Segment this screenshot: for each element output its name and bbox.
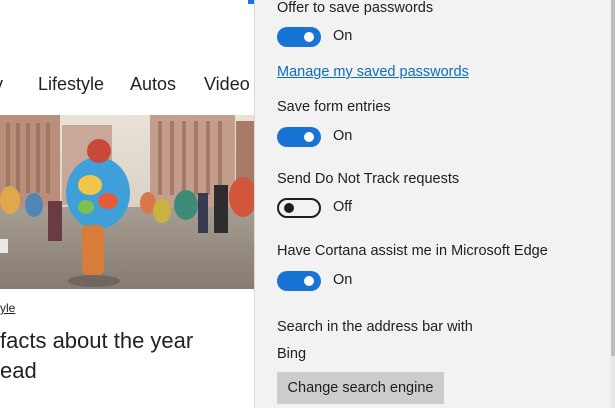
do-not-track-toggle[interactable] xyxy=(277,198,321,218)
edge-window: y Lifestyle Autos Video xyxy=(0,0,615,408)
nav-item-autos[interactable]: Autos xyxy=(130,74,176,95)
search-engine-value: Bing xyxy=(277,346,307,362)
headline-line-1: facts about the year xyxy=(0,328,194,353)
headline-line-2: ead xyxy=(0,358,37,383)
save-form-entries-toggle[interactable] xyxy=(277,127,321,147)
cortana-label: Have Cortana assist me in Microsoft Edge xyxy=(277,243,548,259)
background-webpage: y Lifestyle Autos Video xyxy=(0,0,254,408)
search-engine-label: Search in the address bar with xyxy=(277,319,473,335)
cortana-toggle[interactable] xyxy=(277,271,321,291)
article-headline[interactable]: facts about the year ead xyxy=(0,326,254,386)
cortana-state: On xyxy=(333,272,353,288)
toggle-knob xyxy=(304,132,314,142)
save-passwords-label: Offer to save passwords xyxy=(277,0,434,16)
nav-item-video[interactable]: Video xyxy=(204,74,250,95)
hero-photo-graphic xyxy=(0,115,254,289)
scrollbar-thumb[interactable] xyxy=(611,0,615,356)
toggle-knob xyxy=(304,276,314,286)
change-search-engine-button[interactable]: Change search engine xyxy=(277,372,444,404)
toggle-knob xyxy=(304,32,314,42)
save-form-entries-label: Save form entries xyxy=(277,99,391,115)
save-form-entries-state: On xyxy=(333,128,353,144)
save-passwords-toggle[interactable] xyxy=(277,27,321,47)
save-passwords-state: On xyxy=(333,28,353,44)
panel-scrollbar[interactable] xyxy=(611,0,615,408)
do-not-track-label: Send Do Not Track requests xyxy=(277,171,460,187)
toggle-knob xyxy=(284,203,294,213)
hero-image[interactable] xyxy=(0,115,254,289)
manage-passwords-link[interactable]: Manage my saved passwords xyxy=(277,64,469,80)
nav-item-lifestyle[interactable]: Lifestyle xyxy=(38,74,104,95)
article-category[interactable]: yle xyxy=(0,301,15,315)
advanced-settings-panel: Offer to save passwords On Manage my sav… xyxy=(254,0,615,408)
site-nav: y Lifestyle Autos Video xyxy=(0,74,254,96)
nav-item-partial[interactable]: y xyxy=(0,74,3,95)
do-not-track-state: Off xyxy=(333,199,353,215)
